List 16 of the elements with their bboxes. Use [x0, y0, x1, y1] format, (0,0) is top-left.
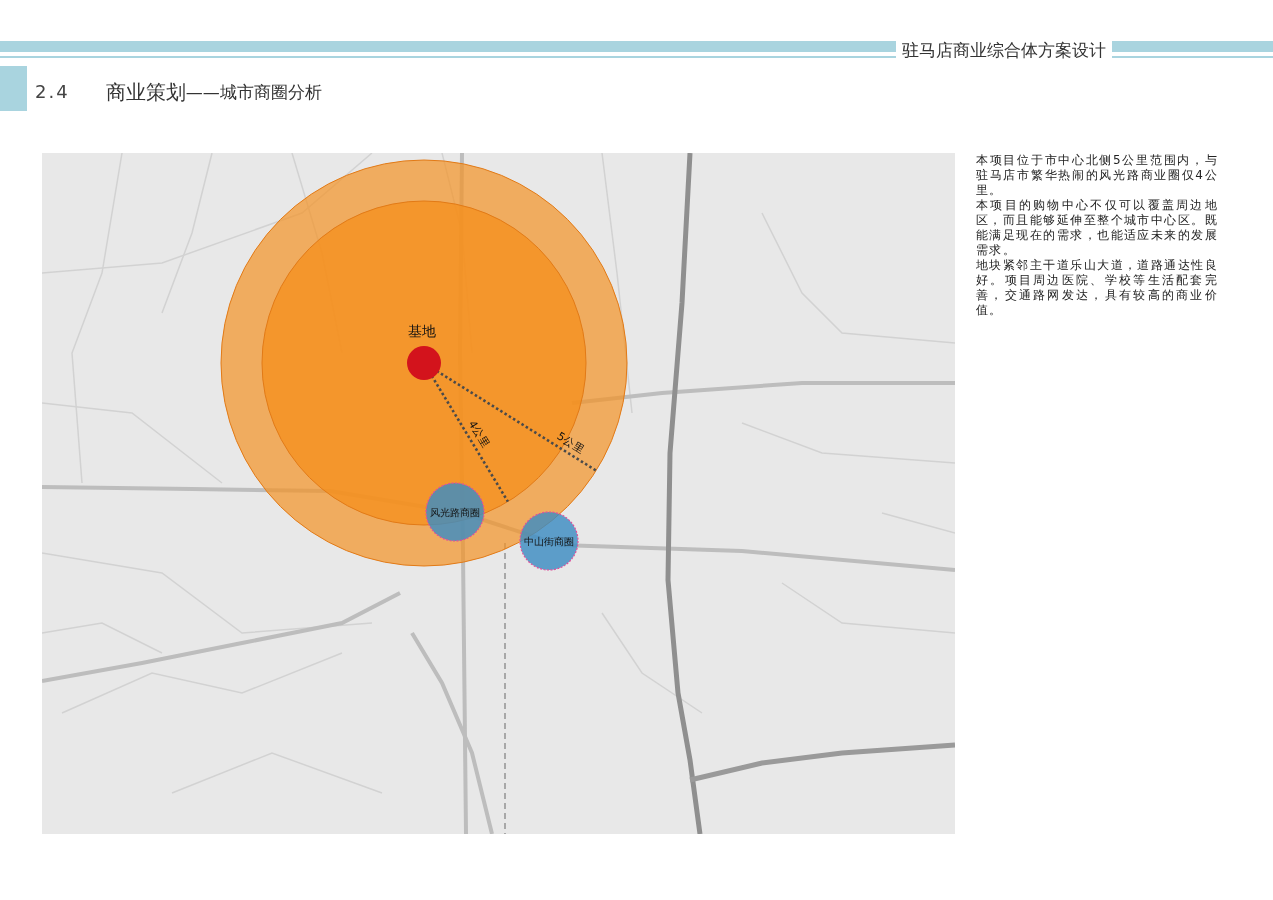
district-circle [425, 482, 485, 542]
distance-label: 4公里 [465, 418, 492, 450]
site-label: 基地 [408, 323, 436, 339]
description-paragraph: 本项目位于市中心北侧5公里范围内，与驻马店市繁华热闹的风光路商业圈仅4公里。 [976, 153, 1218, 198]
distance-label: 5公里 [554, 429, 587, 456]
document-title: 驻马店商业综合体方案设计 [901, 39, 1107, 60]
district-label: 风光路商圈 [430, 506, 480, 518]
section-title: 商业策划 [105, 78, 186, 106]
district-label: 中山街商圈 [524, 535, 574, 547]
section-marker [0, 66, 27, 111]
site-marker-icon [407, 346, 441, 380]
section-number: 2.4 [35, 80, 70, 104]
section-subtitle: ——城市商圈分析 [185, 80, 322, 104]
description-paragraph: 地块紧邻主干道乐山大道，道路通达性良好。项目周边医院、学校等生活配套完善，交通路网发达，具有较高的商业价值。 [976, 258, 1218, 318]
description-paragraph: 本项目的购物中心不仅可以覆盖周边地区，而且能够延伸至整个城市中心区。既能满足现在的需求，也能适应未来的发展需求。 [976, 198, 1218, 258]
district-circle [519, 511, 579, 571]
